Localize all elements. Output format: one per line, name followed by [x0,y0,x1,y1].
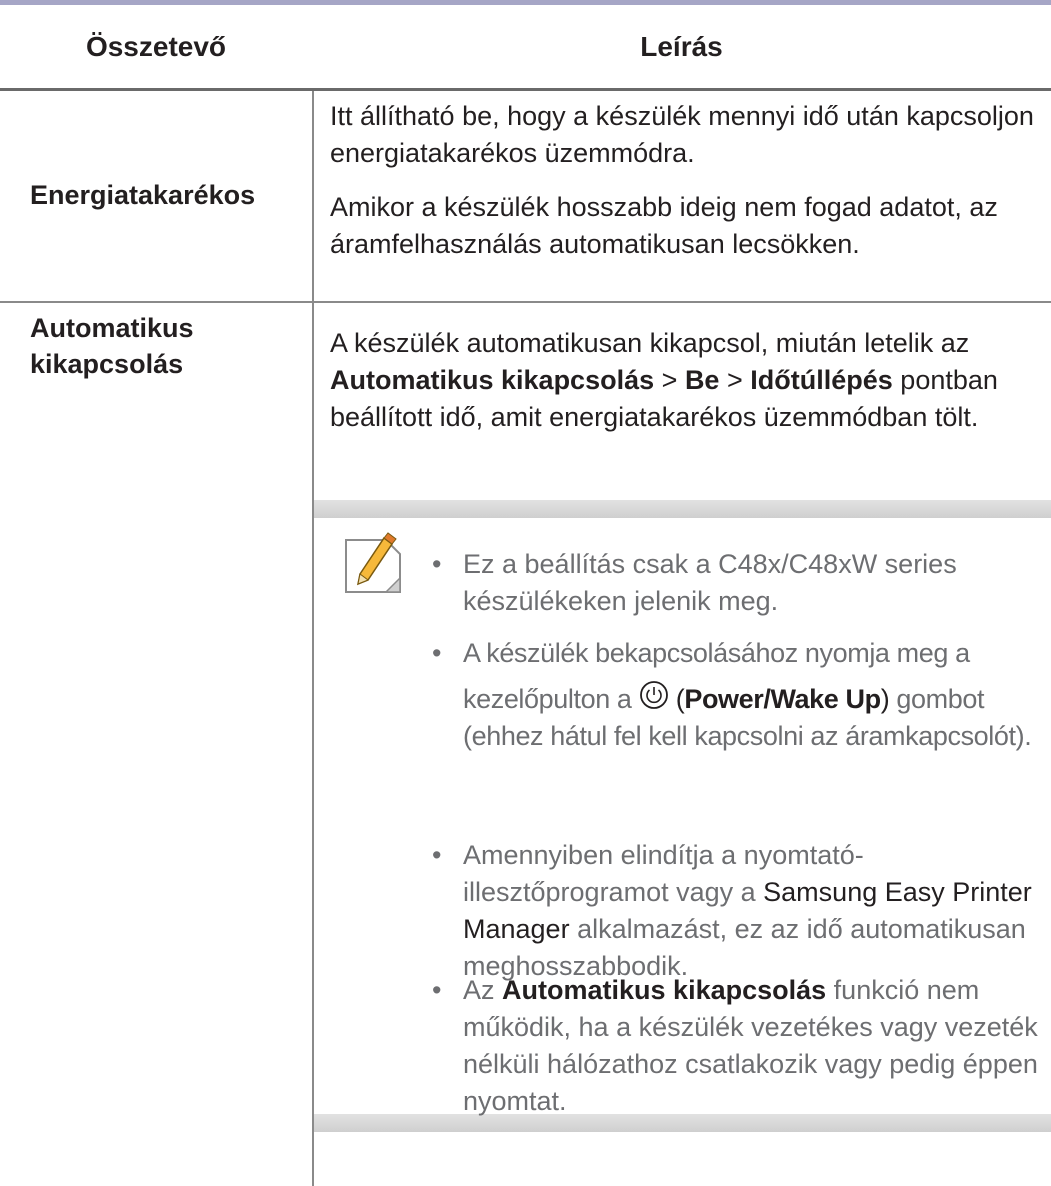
auto-power-off-desc: A készülék automatikusan kikapcsol, miut… [330,325,1045,436]
note-item-2-text: kezelőpulton a [463,684,632,714]
note-top-bar [314,500,1051,518]
row-divider [0,301,1051,303]
bullet-1: • [432,549,442,579]
row-label-line-2: kikapcsolás [30,349,184,379]
note-item-1: Ez a beállítás csak a C48x/C48xW series … [463,549,957,616]
bullet-3: • [432,840,442,870]
energy-saver-desc-2: Amikor a készülék hosszabb ideig nem fog… [330,192,998,259]
bullet-2: • [432,638,442,668]
power-icon [639,681,668,709]
note-item-4: Az Automatikus kikapcsolás funkció nem m… [463,972,1043,1120]
column-header-description: Leírás [640,31,723,62]
note-item-3: Amennyiben elindítja a nyomtató-illesztő… [463,837,1043,985]
bullet-4: • [432,975,442,1005]
paren-close: ) [880,684,890,714]
intro-text-before: A készülék automatikusan kikapcsol, miut… [330,328,970,358]
row-label-auto-power-off: Automatikus kikapcsolás [30,310,194,382]
row-label-energy-saver: Energiatakarékos [30,180,256,210]
menu-path-timeout: Időtúllépés [750,365,893,395]
energy-saver-desc-1: Itt állítható be, hogy a készülék mennyi… [330,101,1034,168]
row-label-line-1: Automatikus [30,313,194,343]
note-item-2: A készülék bekapcsolásához nyomja meg a … [463,635,1043,755]
column-header-component: Összetevő [85,31,227,62]
note-item-4-text: Az [463,975,495,1005]
menu-path-separator: > [726,365,743,395]
note-pencil-icon [345,532,401,593]
menu-path-separator: > [661,365,678,395]
note-item-2-line-1: A készülék bekapcsolásához nyomja meg a [463,638,970,668]
feature-name-auto-power-off: Automatikus kikapcsolás [502,975,827,1005]
note-item-2-rest: kezelőpulton a (Power/Wake Up) gombot (e… [463,680,1043,755]
power-wake-up-label: Power/Wake Up [684,684,881,714]
menu-path-auto-power-off: Automatikus kikapcsolás [330,365,655,395]
table-header-row: Összetevő Leírás [0,5,1051,89]
header-divider [0,88,1051,91]
menu-path-on: Be [684,365,720,395]
